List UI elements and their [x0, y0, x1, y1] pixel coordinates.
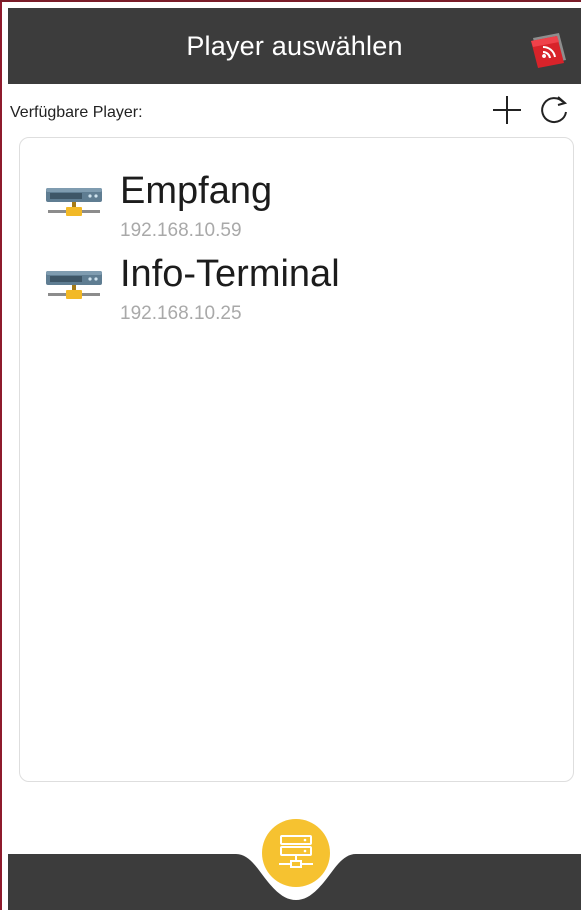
player-ip: 192.168.10.59: [120, 220, 242, 241]
player-item-info-terminal[interactable]: Info-Terminal 192.168.10.25: [20, 253, 573, 333]
app-logo-icon: [531, 33, 566, 68]
server-network-icon: [46, 188, 102, 216]
available-players-label: Verfügbare Player:: [10, 104, 143, 121]
server-list-icon: [279, 835, 313, 868]
plus-icon[interactable]: [490, 93, 524, 127]
player-ip: 192.168.10.25: [120, 303, 242, 324]
window-top-edge: [0, 0, 581, 2]
player-item-empfang[interactable]: Empfang 192.168.10.59: [20, 170, 573, 250]
server-network-icon: [46, 271, 102, 299]
header-bar: Player auswählen: [8, 8, 581, 84]
player-name: Empfang: [120, 170, 273, 212]
player-name: Info-Terminal: [120, 253, 340, 295]
window-edge: [0, 0, 2, 910]
app-screen: Player auswählen Verfügbare Player: Empf…: [0, 0, 581, 910]
player-list: Empfang 192.168.10.59 Info-Terminal 192.…: [19, 137, 574, 782]
refresh-icon[interactable]: [537, 93, 571, 127]
page-title: Player auswählen: [186, 31, 403, 61]
player-list-button[interactable]: [262, 819, 330, 887]
